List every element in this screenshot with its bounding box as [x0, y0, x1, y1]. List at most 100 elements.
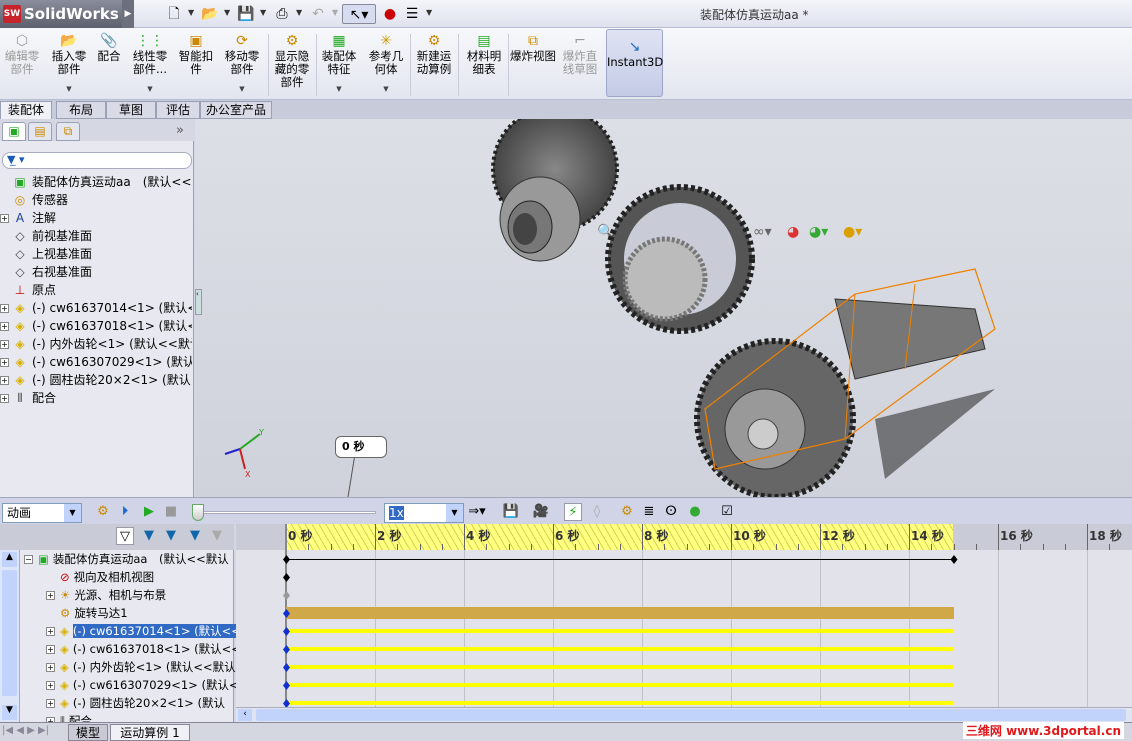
motion-tree-item[interactable]: +⚙旋转马达1	[46, 604, 254, 622]
insert-component-button[interactable]: 📂插入零部件▼	[48, 32, 90, 98]
graphics-viewport[interactable]: 🔍 🔍 ↖ ◫ ▣▾ ◼▾ ∞▾ ◕ ◕▾ ●▾ YX 0 秒 ‹	[195, 119, 1132, 497]
expand-toggle[interactable]: −	[24, 555, 33, 564]
undo-dropdown[interactable]: ▼	[332, 8, 338, 17]
add-key-icon[interactable]: ◊	[588, 503, 606, 521]
component-timeline-bar[interactable]	[286, 665, 954, 669]
panel-collapse-handle[interactable]: ‹	[195, 289, 202, 315]
print-icon[interactable]: ⎙	[272, 4, 292, 24]
motion-tree-item[interactable]: +◈(-) 圆柱齿轮20×2<1> (默认	[46, 694, 254, 712]
tab-layout[interactable]: 布局	[56, 101, 106, 119]
feature-tree-item[interactable]: +◇上视基准面	[0, 245, 192, 263]
exploded-view-button[interactable]: ⧉爆炸视图	[510, 32, 556, 98]
tab-model[interactable]: 模型	[68, 724, 108, 741]
new-dropdown[interactable]: ▼	[188, 8, 194, 17]
instant3d-button[interactable]: ↘Instant3D	[606, 29, 663, 97]
spring-icon[interactable]: ≣	[640, 503, 658, 521]
open-folder-icon[interactable]: 📂	[200, 4, 220, 24]
save-animation-icon[interactable]: 💾	[502, 503, 520, 521]
expand-toggle[interactable]: +	[0, 394, 9, 403]
motion-timeline[interactable]: 0 秒2 秒4 秒6 秒8 秒10 秒12 秒14 秒16 秒18 秒	[236, 524, 1132, 722]
filter-results-icon[interactable]: ▼	[208, 527, 226, 545]
expand-toggle[interactable]: +	[0, 304, 9, 313]
open-dropdown[interactable]: ▼	[224, 8, 230, 17]
tab-scroll-arrows[interactable]: |◀ ◀ ▶ ▶|	[2, 725, 64, 739]
timeline-ruler[interactable]: 0 秒2 秒4 秒6 秒8 秒10 秒12 秒14 秒16 秒18 秒	[236, 524, 1132, 550]
motion-tree-item[interactable]: −▣装配体仿真运动aa (默认<<默认	[24, 550, 232, 568]
tab-office-products[interactable]: 办公室产品	[200, 101, 272, 119]
expand-toggle[interactable]: +	[0, 376, 9, 385]
tab-sketch[interactable]: 草图	[106, 101, 156, 119]
tab-evaluate[interactable]: 评估	[156, 101, 200, 119]
feature-tree-item[interactable]: +◇前视基准面	[0, 227, 192, 245]
filter-driving-icon[interactable]: ▼	[162, 527, 180, 545]
save-dropdown[interactable]: ▼	[260, 8, 266, 17]
feature-tree-item[interactable]: +◎传感器	[0, 191, 192, 209]
expand-toggle[interactable]: +	[0, 322, 9, 331]
show-hidden-components-button[interactable]: ⚙显示隐藏的零部件	[272, 32, 312, 98]
rebuild-traffic-light-icon[interactable]: ●	[380, 4, 400, 24]
tab-assembly[interactable]: 装配体	[0, 101, 52, 119]
edit-component-button[interactable]: ⬡编辑零部件	[2, 32, 42, 98]
contact-icon[interactable]: ⵙ	[662, 503, 680, 521]
solidworks-logo[interactable]: SWSolidWorks	[0, 0, 122, 28]
expand-toggle[interactable]: +	[0, 214, 9, 223]
autokey-icon[interactable]: ⚡	[564, 503, 582, 521]
motor-icon[interactable]: ⚙	[618, 503, 636, 521]
filter-animated-icon[interactable]: ▼	[140, 527, 158, 545]
feature-tree-item[interactable]: +◈(-) cw616307029<1> (默认<<	[0, 353, 192, 371]
expand-toggle[interactable]: +	[46, 645, 55, 654]
motion-tree-item[interactable]: +◈(-) cw616307029<1> (默认<<	[46, 676, 254, 694]
component-timeline-bar[interactable]	[286, 683, 954, 687]
playback-slider[interactable]	[196, 511, 376, 514]
explode-line-sketch-button[interactable]: ⌐爆炸直线草图	[558, 32, 602, 98]
feature-tree-item[interactable]: +◈(-) cw61637014<1> (默认<<默	[0, 299, 192, 317]
expand-toggle[interactable]: +	[0, 358, 9, 367]
feature-manager-tab[interactable]: ▣	[2, 122, 26, 141]
feature-tree-item[interactable]: +▣装配体仿真运动aa (默认<<默认	[0, 173, 192, 191]
motion-tree-vertical-scrollbar[interactable]: ▲▼	[0, 550, 20, 722]
filter-all-icon[interactable]: ▽	[116, 527, 134, 545]
tab-motion-study-1[interactable]: 运动算例 1	[110, 724, 190, 741]
calculate-icon[interactable]: ⚙	[94, 503, 112, 521]
tree-filter-input[interactable]: ▼̲ ▾	[2, 152, 192, 169]
expand-toggle[interactable]: +	[46, 591, 55, 600]
mate-button[interactable]: 📎配合	[94, 32, 124, 98]
component-timeline-bar[interactable]	[286, 647, 954, 651]
motion-tree-item[interactable]: +◈(-) 内外齿轮<1> (默认<<默认	[46, 658, 254, 676]
print-dropdown[interactable]: ▼	[296, 8, 302, 17]
expand-toggle[interactable]: +	[46, 699, 55, 708]
motion-tree-item[interactable]: +⊘视向及相机视图	[46, 568, 254, 586]
bill-of-materials-button[interactable]: ▤材料明细表	[462, 32, 506, 98]
results-icon[interactable]: ☑	[718, 503, 736, 521]
menu-expand-arrow[interactable]: ▶	[122, 0, 134, 28]
play-icon[interactable]: ▶	[140, 503, 158, 521]
smart-fasteners-button[interactable]: ▣智能扣件	[176, 32, 216, 98]
motion-tree-item[interactable]: +◈(-) cw61637018<1> (默认<<默	[46, 640, 254, 658]
gravity-icon[interactable]: ●	[686, 503, 704, 521]
component-timeline-bar[interactable]	[286, 629, 954, 633]
move-component-button[interactable]: ⟳移动零部件▼	[220, 32, 264, 98]
expand-panel-chevron-icon[interactable]: »	[176, 123, 184, 138]
filter-selected-icon[interactable]: ▼	[186, 527, 204, 545]
assembly-features-button[interactable]: ▦装配体特征▼	[318, 32, 360, 98]
feature-tree-item[interactable]: +◈(-) 内外齿轮<1> (默认<<默认	[0, 335, 192, 353]
save-icon[interactable]: 💾	[236, 4, 256, 24]
linear-pattern-button[interactable]: ⋮⋮线性零部件...▼	[128, 32, 172, 98]
playback-slider-thumb[interactable]	[192, 504, 204, 521]
select-arrow-icon[interactable]: ↖▾	[342, 4, 376, 24]
new-document-icon[interactable]: 🗋	[164, 4, 184, 24]
feature-tree-item[interactable]: +⫴配合	[0, 389, 192, 407]
reference-geometry-button[interactable]: ✳参考几何体▼	[364, 32, 408, 98]
undo-icon[interactable]: ↶	[308, 4, 328, 24]
feature-tree-item[interactable]: +⊥原点	[0, 281, 192, 299]
end-key-point[interactable]	[951, 555, 958, 564]
playback-mode-icon[interactable]: ⇒▾	[468, 503, 486, 521]
timeline-horizontal-scrollbar[interactable]: ‹	[236, 707, 1132, 722]
component-timeline-bar[interactable]	[286, 701, 954, 705]
playback-speed-select[interactable]: 1x▼	[384, 503, 464, 523]
options-dropdown[interactable]: ▼	[426, 8, 432, 17]
study-type-select[interactable]: 动画▼	[2, 503, 82, 523]
feature-tree-item[interactable]: +◇右视基准面	[0, 263, 192, 281]
configuration-manager-tab[interactable]: ⧉	[56, 122, 80, 141]
property-manager-tab[interactable]: ▤	[28, 122, 52, 141]
